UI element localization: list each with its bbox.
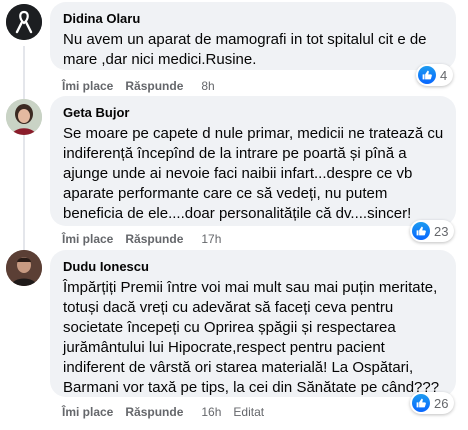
reaction-summary[interactable]: 23 <box>410 220 455 242</box>
like-reaction-icon <box>418 66 436 84</box>
like-button[interactable]: Îmi place <box>62 78 113 94</box>
comment-timestamp[interactable]: 16h <box>201 404 221 420</box>
reaction-summary[interactable]: 4 <box>416 64 454 86</box>
reaction-count: 4 <box>440 67 448 83</box>
comment-actions: Îmi place Răspunde 8h <box>62 78 215 94</box>
comment-text: Nu avem un aparat de mamografi in tot sp… <box>63 31 427 68</box>
man-portrait-avatar-icon[interactable] <box>6 250 42 286</box>
reply-button[interactable]: Răspunde <box>125 78 183 94</box>
reply-button[interactable]: Răspunde <box>125 231 183 247</box>
comment-bubble: Geta Bujor Se moare pe capete d nule pri… <box>50 96 456 226</box>
reply-button[interactable]: Răspunde <box>125 404 183 420</box>
comment-actions: Îmi place Răspunde 16h Editat <box>62 404 264 420</box>
like-button[interactable]: Îmi place <box>62 404 113 420</box>
comment-bubble: Didina Olaru Nu avem un aparat de mamogr… <box>50 2 456 70</box>
comment-author[interactable]: Didina Olaru <box>63 11 444 27</box>
comment-actions: Îmi place Răspunde 17h <box>62 231 221 247</box>
comment-timestamp[interactable]: 8h <box>201 78 214 94</box>
comment-author[interactable]: Geta Bujor <box>63 105 444 121</box>
reaction-summary[interactable]: 26 <box>410 392 455 414</box>
comment-author[interactable]: Dudu Ionescu <box>63 259 444 275</box>
comment-text: Împărțiți Premii între voi mai mult sau … <box>63 279 440 396</box>
comment-bubble: Dudu Ionescu Împărțiți Premii între voi … <box>50 250 456 397</box>
like-reaction-icon <box>412 394 430 412</box>
like-button[interactable]: Îmi place <box>62 231 113 247</box>
like-reaction-icon <box>412 222 430 240</box>
edited-label: Editat <box>233 405 265 419</box>
woman-portrait-avatar-icon[interactable] <box>6 99 42 135</box>
reaction-count: 26 <box>434 395 449 411</box>
comment-text: Se moare pe capete d nule primar, medici… <box>63 125 444 222</box>
thread-line <box>23 46 25 256</box>
comment-timestamp[interactable]: 17h <box>201 231 221 247</box>
black-ribbon-avatar-icon[interactable] <box>6 4 42 40</box>
reaction-count: 23 <box>434 223 449 239</box>
